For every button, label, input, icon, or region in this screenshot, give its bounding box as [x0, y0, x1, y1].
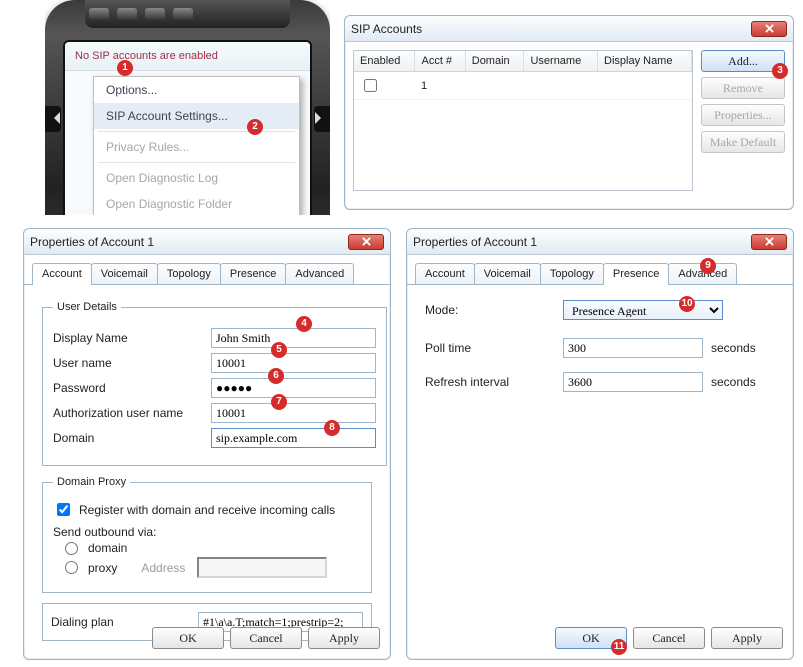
- annotation-badge-7: 7: [271, 394, 287, 410]
- make-default-button: Make Default: [701, 131, 785, 153]
- phone-shell: No SIP accounts are enabled Options... S…: [45, 0, 330, 215]
- tabs: Account Voicemail Topology Presence Adva…: [24, 255, 390, 285]
- properties-presence-window: Properties of Account 1 Account Voicemai…: [406, 228, 794, 660]
- outbound-proxy-radio[interactable]: [65, 561, 78, 574]
- tab-topology[interactable]: Topology: [540, 263, 604, 284]
- domain-input[interactable]: [211, 428, 376, 448]
- context-menu: Options... SIP Account Settings... Priva…: [93, 76, 300, 215]
- row-acct: 1: [415, 72, 465, 100]
- cancel-button[interactable]: Cancel: [230, 627, 302, 649]
- col-enabled[interactable]: Enabled: [354, 51, 415, 72]
- password-label: Password: [53, 381, 203, 395]
- remove-button: Remove: [701, 77, 785, 99]
- phone-nav-right[interactable]: [314, 106, 330, 132]
- menu-item-sip-accounts[interactable]: SIP Account Settings...: [94, 103, 299, 129]
- phone-status: No SIP accounts are enabled: [65, 42, 310, 71]
- cancel-button[interactable]: Cancel: [633, 627, 705, 649]
- password-input[interactable]: [211, 378, 376, 398]
- menu-item-diag-folder: Open Diagnostic Folder: [94, 191, 299, 215]
- tab-presence[interactable]: Presence: [603, 263, 669, 285]
- domain-label: Domain: [53, 431, 203, 445]
- user-details-fieldset: User Details Display Name User name Pass…: [42, 301, 387, 466]
- window-title: Properties of Account 1: [30, 235, 154, 249]
- register-checkbox[interactable]: [57, 503, 70, 516]
- refresh-unit: seconds: [711, 375, 756, 389]
- register-label: Register with domain and receive incomin…: [79, 503, 335, 517]
- annotation-badge-1: 1: [117, 60, 133, 76]
- apply-button[interactable]: Apply: [308, 627, 380, 649]
- close-icon: [362, 237, 371, 246]
- col-domain[interactable]: Domain: [465, 51, 524, 72]
- close-icon: [765, 237, 774, 246]
- tab-account[interactable]: Account: [415, 263, 475, 284]
- mode-label: Mode:: [425, 303, 555, 317]
- phone-nav-left[interactable]: [45, 106, 61, 132]
- annotation-badge-10: 10: [679, 296, 695, 312]
- menu-item-privacy: Privacy Rules...: [94, 134, 299, 160]
- properties-button: Properties...: [701, 104, 785, 126]
- table-header: Enabled Acct # Domain Username Display N…: [354, 51, 692, 72]
- poll-label: Poll time: [425, 341, 555, 355]
- proxy-address-input[interactable]: [197, 557, 327, 578]
- col-username[interactable]: Username: [524, 51, 598, 72]
- window-title: SIP Accounts: [351, 22, 422, 36]
- close-button[interactable]: [751, 234, 787, 250]
- annotation-badge-2: 2: [247, 119, 263, 135]
- table-row[interactable]: 1: [354, 72, 692, 100]
- apply-button[interactable]: Apply: [711, 627, 783, 649]
- display-name-label: Display Name: [53, 331, 203, 345]
- user-details-legend: User Details: [53, 301, 121, 313]
- close-button[interactable]: [751, 21, 787, 37]
- phone-screen: No SIP accounts are enabled Options... S…: [63, 40, 312, 215]
- mode-select[interactable]: Presence Agent: [563, 300, 723, 320]
- ok-button[interactable]: OK: [152, 627, 224, 649]
- tab-voicemail[interactable]: Voicemail: [474, 263, 541, 284]
- sip-accounts-window: SIP Accounts Enabled Acct # Domain Usern…: [344, 15, 794, 210]
- titlebar: SIP Accounts: [345, 16, 793, 42]
- tab-presence[interactable]: Presence: [220, 263, 286, 284]
- col-display[interactable]: Display Name: [598, 51, 692, 72]
- annotation-badge-11: 11: [611, 639, 627, 655]
- accounts-table: Enabled Acct # Domain Username Display N…: [353, 50, 693, 191]
- auth-user-label: Authorization user name: [53, 406, 203, 420]
- menu-item-diag-log: Open Diagnostic Log: [94, 165, 299, 191]
- annotation-badge-6: 6: [268, 368, 284, 384]
- close-icon: [765, 24, 774, 33]
- window-title: Properties of Account 1: [413, 235, 537, 249]
- tab-voicemail[interactable]: Voicemail: [91, 263, 158, 284]
- annotation-badge-4: 4: [296, 316, 312, 332]
- phone-topstrip: [85, 0, 290, 28]
- col-acct[interactable]: Acct #: [415, 51, 465, 72]
- display-name-input[interactable]: [211, 328, 376, 348]
- close-button[interactable]: [348, 234, 384, 250]
- properties-account-window: Properties of Account 1 Account Voicemai…: [23, 228, 391, 660]
- row-enabled-checkbox[interactable]: [364, 79, 377, 92]
- proxy-address-label: Address: [141, 561, 185, 575]
- refresh-input[interactable]: [563, 372, 703, 392]
- annotation-badge-3: 3: [772, 63, 788, 79]
- refresh-label: Refresh interval: [425, 375, 555, 389]
- outbound-proxy-label: proxy: [88, 561, 117, 575]
- username-input[interactable]: [211, 353, 376, 373]
- auth-user-input[interactable]: [211, 403, 376, 423]
- tab-topology[interactable]: Topology: [157, 263, 221, 284]
- username-label: User name: [53, 356, 203, 370]
- annotation-badge-9: 9: [700, 258, 716, 274]
- tab-account[interactable]: Account: [32, 263, 92, 285]
- domain-proxy-legend: Domain Proxy: [53, 476, 130, 488]
- tab-advanced[interactable]: Advanced: [285, 263, 354, 284]
- poll-unit: seconds: [711, 341, 756, 355]
- outbound-domain-label: domain: [88, 541, 127, 555]
- poll-input[interactable]: [563, 338, 703, 358]
- annotation-badge-8: 8: [324, 420, 340, 436]
- domain-proxy-fieldset: Domain Proxy Register with domain and re…: [42, 476, 372, 593]
- send-outbound-label: Send outbound via:: [53, 525, 361, 539]
- menu-item-options[interactable]: Options...: [94, 77, 299, 103]
- annotation-badge-5: 5: [271, 342, 287, 358]
- softphone-widget: No SIP accounts are enabled Options... S…: [45, 0, 330, 215]
- outbound-domain-radio[interactable]: [65, 542, 78, 555]
